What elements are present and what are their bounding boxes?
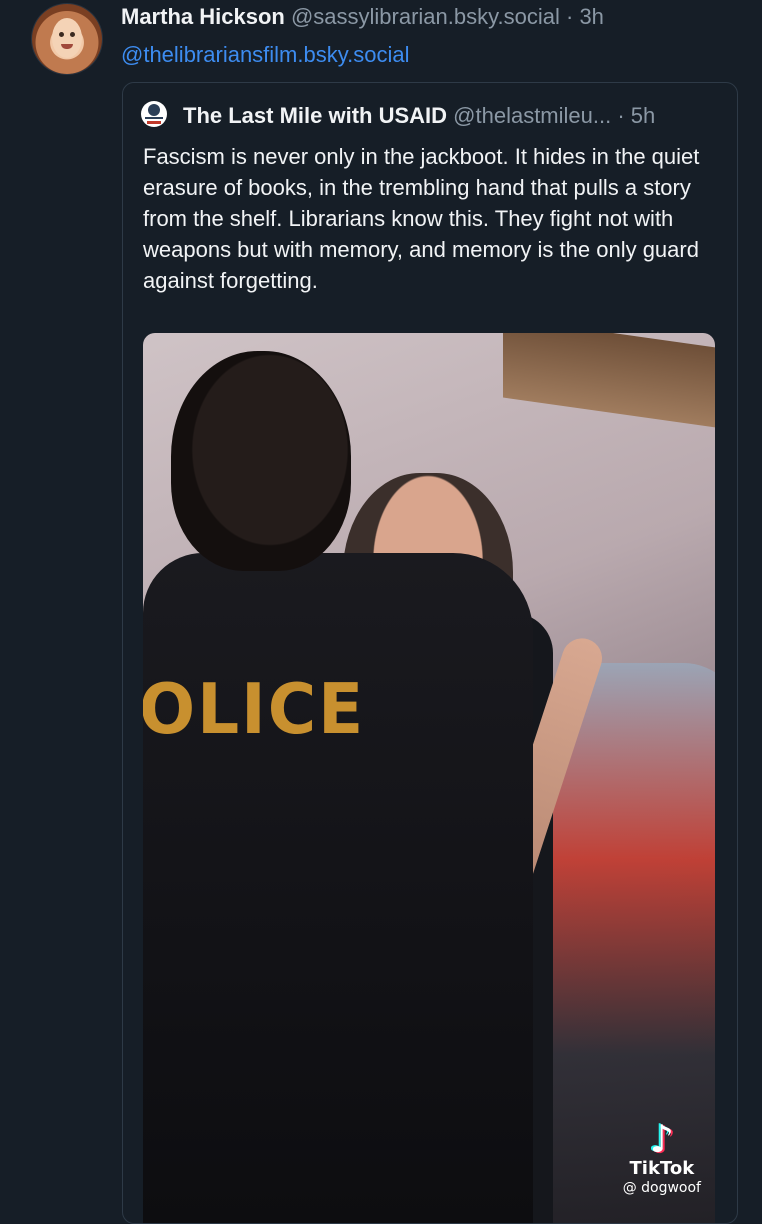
ceiling bbox=[503, 333, 715, 429]
tiktok-watermark: ♪ TikTok @ dogwoof bbox=[623, 1119, 701, 1197]
logo-bar bbox=[147, 121, 161, 124]
quoted-author-name[interactable]: The Last Mile with USAID bbox=[183, 103, 447, 128]
author-handle[interactable]: @sassylibrarian.bsky.social bbox=[291, 4, 560, 29]
quoted-post-time[interactable]: 5h bbox=[631, 103, 655, 128]
separator: · bbox=[617, 103, 625, 128]
separator: · bbox=[565, 4, 574, 29]
tiktok-handle: @ dogwoof bbox=[622, 1180, 701, 1196]
avatar-face bbox=[52, 18, 82, 58]
quoted-author-avatar[interactable] bbox=[141, 101, 167, 127]
tiktok-note-icon: ♪ bbox=[649, 1117, 674, 1161]
post-time[interactable]: 3h bbox=[579, 4, 603, 29]
post-header: Martha Hickson @sassylibrarian.bsky.soci… bbox=[121, 2, 604, 32]
quoted-post-text: Fascism is never only in the jackboot. I… bbox=[143, 144, 700, 293]
avatar-eye bbox=[70, 32, 75, 37]
tiktok-name: TikTok bbox=[629, 1158, 695, 1179]
jacket-lettering: OLICE bbox=[143, 669, 366, 750]
avatar-eye bbox=[59, 32, 64, 37]
globe-icon bbox=[148, 104, 160, 116]
video-thumbnail[interactable]: OLICE ♪ TikTok @ dogwoof bbox=[143, 333, 715, 1223]
officer-head-back bbox=[171, 351, 351, 571]
quoted-post[interactable]: The Last Mile with USAID @thelastmileu..… bbox=[122, 82, 738, 1224]
author-avatar[interactable] bbox=[32, 4, 102, 74]
quoted-post-header: The Last Mile with USAID @thelastmileu..… bbox=[183, 101, 655, 131]
logo-bar bbox=[145, 117, 163, 119]
author-name[interactable]: Martha Hickson bbox=[121, 4, 285, 29]
officer-back bbox=[143, 553, 533, 1223]
quoted-author-handle[interactable]: @thelastmileu... bbox=[453, 103, 611, 128]
mention-link[interactable]: @thelibrariansfilm.bsky.social bbox=[121, 40, 409, 70]
post: Martha Hickson @sassylibrarian.bsky.soci… bbox=[0, 0, 762, 1224]
